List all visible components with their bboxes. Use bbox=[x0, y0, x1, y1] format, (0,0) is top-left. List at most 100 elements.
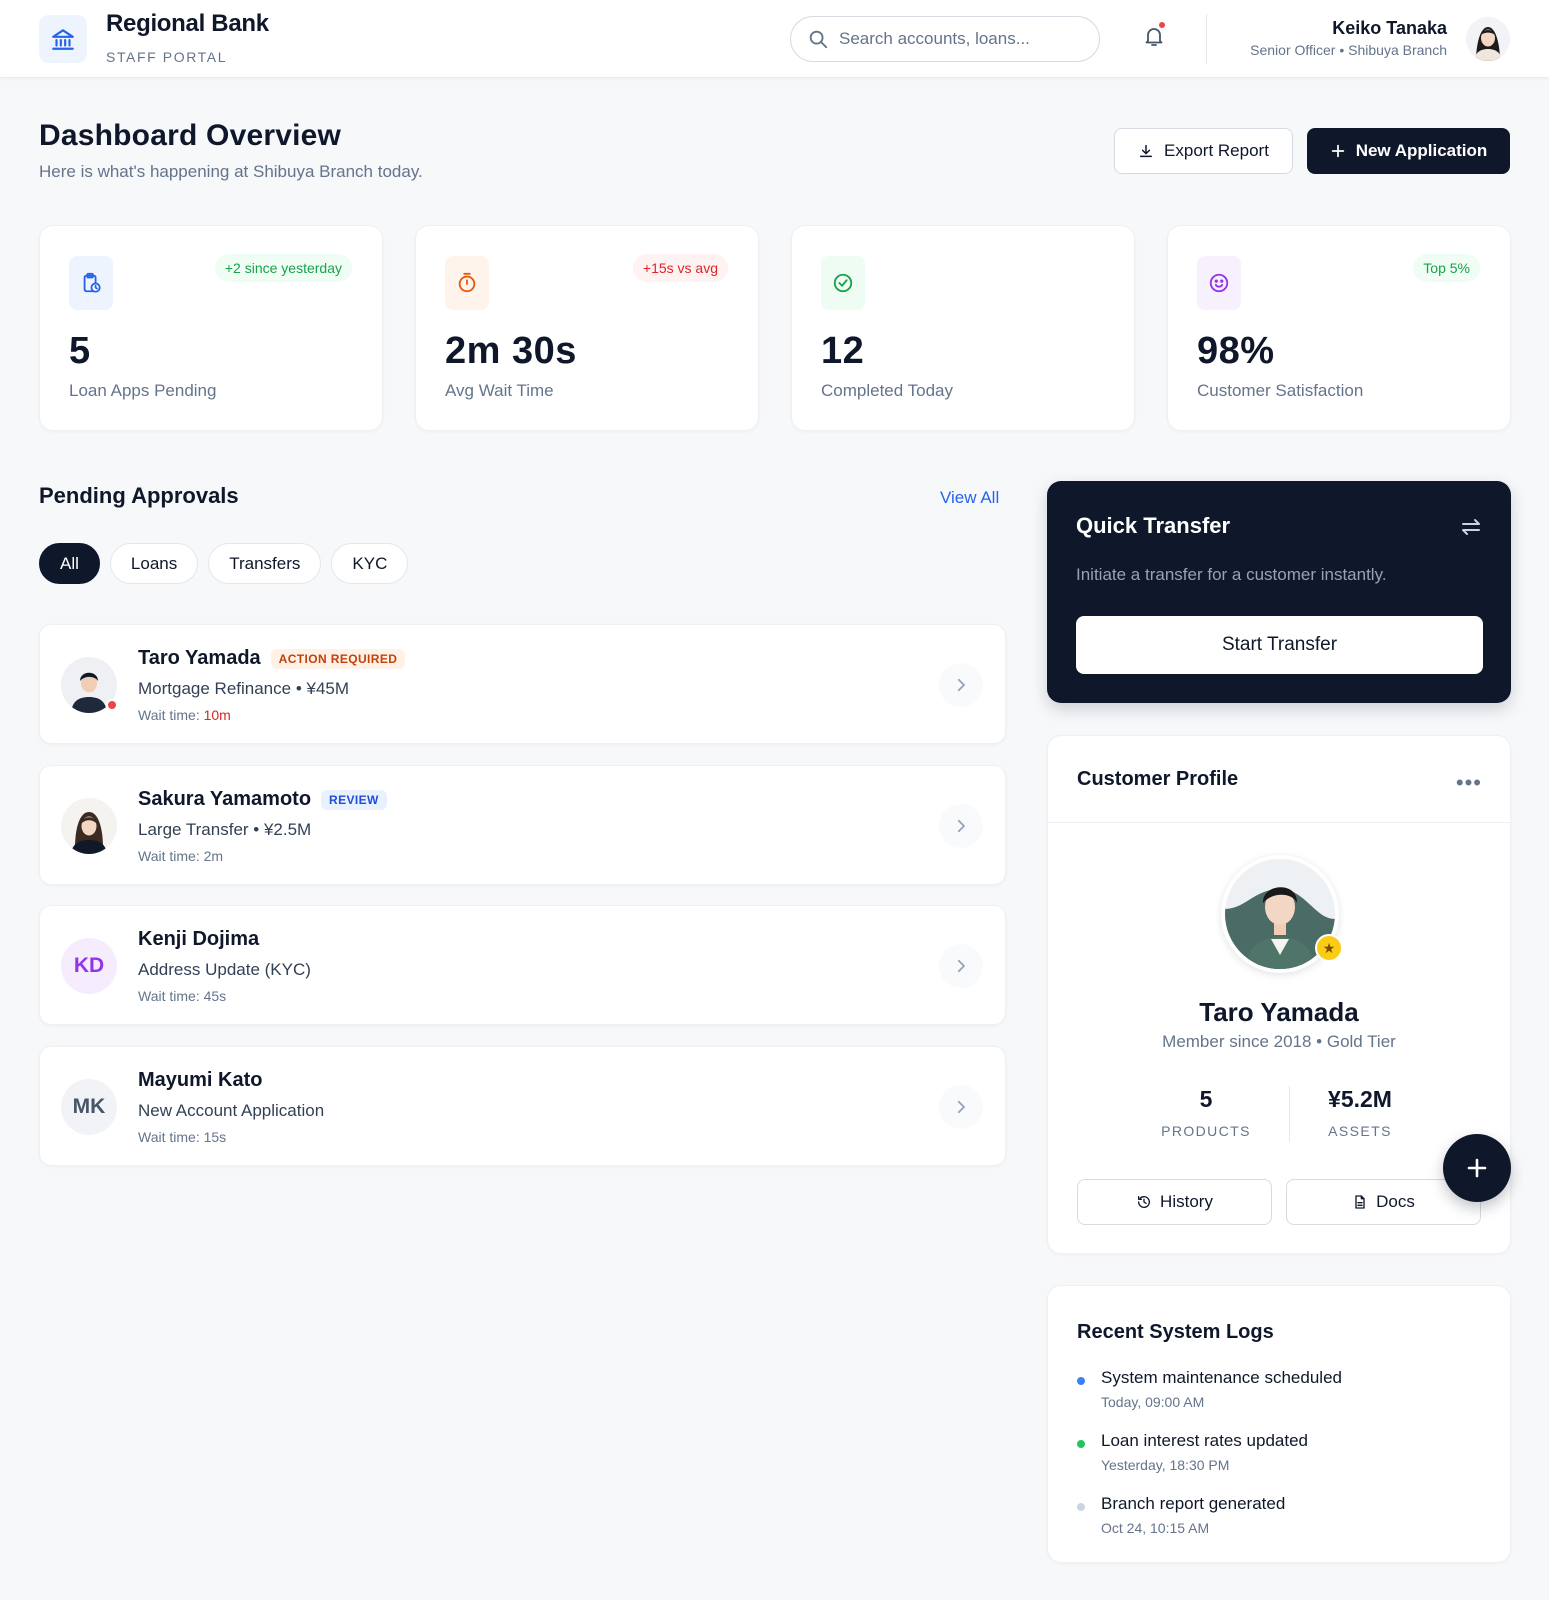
open-request-button[interactable] bbox=[939, 944, 983, 988]
wait-prefix: Wait time: bbox=[138, 1129, 204, 1145]
stat-icon-wrap bbox=[1197, 256, 1241, 310]
stat-label: Avg Wait Time bbox=[445, 381, 554, 400]
document-icon bbox=[1355, 1195, 1365, 1209]
wait-time: Wait time: 2m bbox=[138, 848, 223, 864]
customer-profile-header: Customer Profile ••• bbox=[1048, 736, 1510, 823]
new-application-label: New Application bbox=[1355, 141, 1488, 160]
assets-value: ¥5.2M bbox=[1328, 1086, 1392, 1112]
smiley-icon bbox=[1209, 273, 1229, 293]
gold-star-icon: ★ bbox=[1315, 934, 1343, 962]
stat-badge: +2 since yesterday bbox=[214, 254, 352, 282]
stat-icon-wrap bbox=[445, 256, 489, 310]
wait-time: Wait time: 15s bbox=[138, 1129, 226, 1145]
approval-row[interactable]: Taro Yamada ACTION REQUIRED Mortgage Ref… bbox=[39, 624, 1006, 744]
stat-value: 12 bbox=[821, 330, 865, 372]
download-icon bbox=[1139, 144, 1153, 158]
log-text: Loan interest rates updated bbox=[1101, 1431, 1308, 1450]
status-badge: ACTION REQUIRED bbox=[270, 648, 406, 669]
stat-badge: +15s vs avg bbox=[632, 254, 728, 282]
products-value: 5 bbox=[1199, 1086, 1213, 1112]
page-title: Dashboard Overview bbox=[39, 119, 342, 152]
customer-name: Kenji Dojima bbox=[138, 928, 260, 950]
status-dot bbox=[106, 699, 118, 711]
stat-card-satisfaction[interactable]: Top 5% 98% Customer Satisfaction bbox=[1167, 225, 1511, 431]
brand-name: Regional Bank bbox=[106, 10, 269, 37]
stat-label: Loan Apps Pending bbox=[69, 381, 217, 400]
chevron-right-icon bbox=[957, 1100, 965, 1114]
export-report-button[interactable]: Export Report bbox=[1114, 128, 1293, 174]
products-label: PRODUCTS bbox=[1161, 1123, 1251, 1139]
chevron-right-icon bbox=[957, 959, 965, 973]
check-circle-icon bbox=[833, 273, 853, 293]
view-all-link[interactable]: View All bbox=[940, 488, 999, 508]
wait-value: 15s bbox=[203, 1129, 227, 1145]
stat-badge: Top 5% bbox=[1413, 254, 1480, 282]
notifications-button[interactable] bbox=[1140, 20, 1168, 52]
approval-row[interactable]: KD Kenji Dojima Address Update (KYC) Wai… bbox=[39, 905, 1006, 1025]
wait-value: 45s bbox=[203, 988, 227, 1004]
floating-add-button[interactable] bbox=[1443, 1134, 1511, 1202]
swap-icon[interactable] bbox=[1459, 515, 1483, 544]
status-badge: REVIEW bbox=[321, 789, 387, 810]
search-bar[interactable] bbox=[790, 16, 1100, 62]
avatar-initials: MK bbox=[61, 1079, 117, 1135]
search-icon bbox=[809, 30, 828, 49]
customer-name: Mayumi Kato bbox=[138, 1069, 263, 1091]
quick-transfer-card: Quick Transfer Initiate a transfer for a… bbox=[1047, 481, 1511, 703]
brand-subtitle: STAFF PORTAL bbox=[106, 49, 228, 65]
wait-prefix: Wait time: bbox=[138, 988, 204, 1004]
profile-meta: Member since 2018 • Gold Tier bbox=[1162, 1032, 1396, 1051]
chevron-right-icon bbox=[957, 819, 965, 833]
header-divider bbox=[1206, 14, 1207, 64]
open-request-button[interactable] bbox=[939, 663, 983, 707]
log-bullet bbox=[1077, 1377, 1085, 1385]
log-date: Oct 24, 10:15 AM bbox=[1101, 1520, 1210, 1536]
user-avatar[interactable] bbox=[1466, 17, 1510, 61]
chevron-right-icon bbox=[957, 678, 965, 692]
assets-stat: ¥5.2M ASSETS bbox=[1285, 1086, 1435, 1139]
approval-row[interactable]: MK Mayumi Kato New Account Application W… bbox=[39, 1046, 1006, 1166]
avatar-initials: KD bbox=[61, 938, 117, 994]
clipboard-clock-icon bbox=[83, 272, 101, 293]
system-logs-title: Recent System Logs bbox=[1077, 1321, 1274, 1343]
open-request-button[interactable] bbox=[939, 804, 983, 848]
request-description: Mortgage Refinance • ¥45M bbox=[138, 679, 350, 698]
request-description: New Account Application bbox=[138, 1101, 325, 1120]
new-application-button[interactable]: New Application bbox=[1307, 128, 1510, 174]
stopwatch-icon bbox=[458, 272, 476, 293]
approval-name-line: Taro Yamada ACTION REQUIRED bbox=[138, 647, 406, 670]
stat-label: Customer Satisfaction bbox=[1197, 381, 1364, 400]
stat-card-loans-pending[interactable]: +2 since yesterday 5 Loan Apps Pending bbox=[39, 225, 383, 431]
history-icon bbox=[1138, 1196, 1151, 1208]
open-request-button[interactable] bbox=[939, 1085, 983, 1129]
more-options-icon[interactable]: ••• bbox=[1456, 770, 1482, 796]
stat-value: 2m 30s bbox=[445, 330, 577, 372]
quick-transfer-title: Quick Transfer bbox=[1076, 513, 1231, 538]
approval-row[interactable]: Sakura Yamamoto REVIEW Large Transfer • … bbox=[39, 765, 1006, 885]
plus-icon bbox=[1331, 144, 1344, 158]
assets-label: ASSETS bbox=[1328, 1123, 1392, 1139]
filter-chip-all[interactable]: All bbox=[39, 543, 100, 584]
filter-chip-transfers[interactable]: Transfers bbox=[208, 543, 322, 584]
avatar bbox=[61, 798, 117, 854]
search-input[interactable] bbox=[839, 29, 1079, 49]
bank-icon bbox=[52, 29, 74, 50]
stat-icon-wrap bbox=[821, 256, 865, 310]
filter-chip-loans[interactable]: Loans bbox=[109, 543, 199, 584]
customer-name: Sakura Yamamoto bbox=[138, 788, 312, 810]
stat-icon-wrap bbox=[69, 256, 113, 310]
stat-card-completed[interactable]: 12 Completed Today bbox=[791, 225, 1135, 431]
filter-chip-kyc[interactable]: KYC bbox=[331, 543, 409, 584]
log-date: Yesterday, 18:30 PM bbox=[1101, 1457, 1230, 1473]
docs-label: Docs bbox=[1376, 1192, 1415, 1211]
log-date: Today, 09:00 AM bbox=[1101, 1394, 1205, 1410]
history-button[interactable]: History bbox=[1077, 1179, 1272, 1225]
notification-dot bbox=[1159, 22, 1165, 28]
approval-name-line: Kenji Dojima bbox=[138, 928, 259, 951]
start-transfer-button[interactable]: Start Transfer bbox=[1076, 616, 1483, 674]
stat-label: Completed Today bbox=[821, 381, 953, 400]
stat-card-avg-wait[interactable]: +15s vs avg 2m 30s Avg Wait Time bbox=[415, 225, 759, 431]
wait-time: Wait time: 45s bbox=[138, 988, 226, 1004]
bank-logo[interactable] bbox=[39, 15, 87, 63]
user-name: Keiko Tanaka bbox=[1332, 18, 1447, 38]
